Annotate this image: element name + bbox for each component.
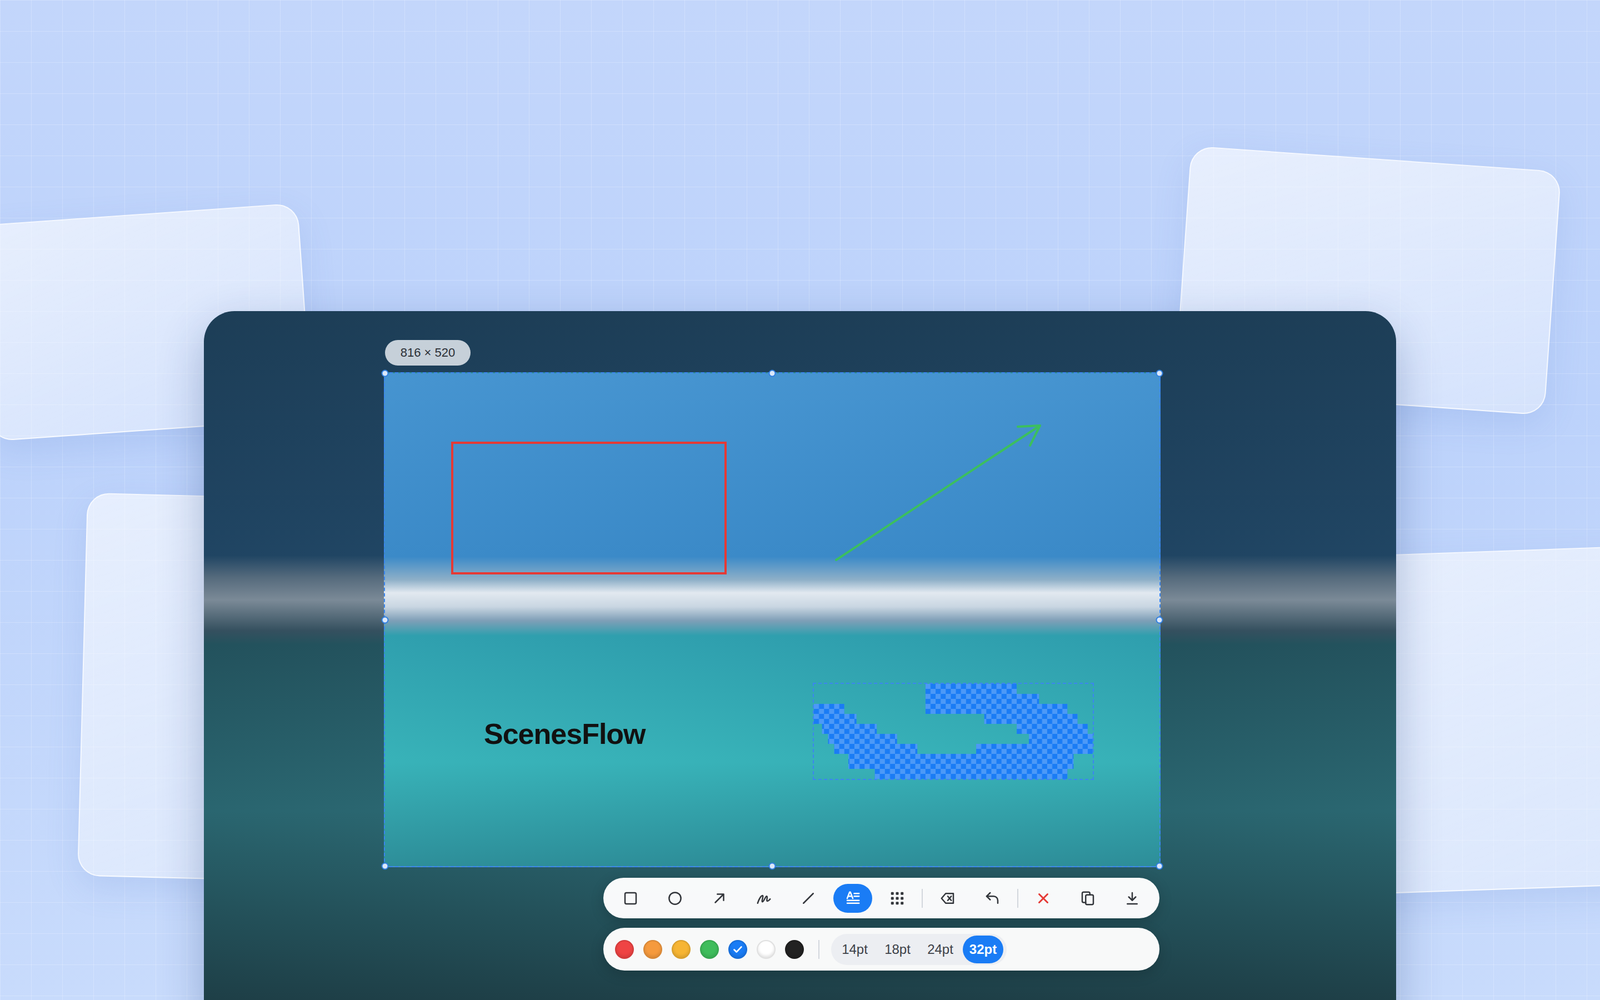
pen-icon bbox=[755, 890, 773, 907]
rectangle-annotation[interactable] bbox=[451, 441, 727, 575]
arrow-stroke bbox=[836, 425, 1040, 560]
color-dot bbox=[785, 940, 804, 959]
style-bar: 14pt18pt24pt32pt bbox=[603, 927, 1160, 971]
toolbar-divider bbox=[921, 888, 923, 908]
color-swatch[interactable] bbox=[753, 937, 779, 962]
color-dot bbox=[728, 940, 748, 959]
undo-button[interactable] bbox=[972, 883, 1012, 913]
color-dot bbox=[700, 940, 719, 959]
color-dot bbox=[643, 940, 663, 959]
mosaic-icon bbox=[888, 890, 906, 907]
line-tool-button[interactable] bbox=[788, 883, 828, 913]
arrow-annotation[interactable] bbox=[385, 373, 1162, 869]
selection-size-label: 816 × 520 bbox=[385, 340, 471, 366]
tool-bar bbox=[603, 877, 1160, 919]
resize-handle[interactable] bbox=[381, 862, 389, 870]
check-icon bbox=[731, 943, 744, 956]
color-dot bbox=[615, 940, 634, 959]
selection-area[interactable]: ScenesFlow bbox=[383, 372, 1161, 868]
toolbar-divider bbox=[818, 940, 820, 959]
arrow-tool-button[interactable] bbox=[700, 883, 739, 913]
resize-handle[interactable] bbox=[381, 370, 389, 378]
mosaic-tool-button[interactable] bbox=[877, 883, 917, 913]
mosaic-fill bbox=[813, 683, 1093, 779]
pen-tool-button[interactable] bbox=[744, 883, 784, 913]
toolbar-divider bbox=[1017, 888, 1019, 908]
color-swatch[interactable] bbox=[725, 937, 750, 962]
resize-handle[interactable] bbox=[1156, 616, 1164, 624]
text-icon bbox=[844, 890, 862, 907]
resize-handle[interactable] bbox=[1156, 370, 1164, 378]
text-tool-button[interactable] bbox=[833, 883, 873, 913]
eraser-button[interactable] bbox=[928, 883, 968, 913]
ellipse-tool-button[interactable] bbox=[655, 883, 695, 913]
undo-icon bbox=[983, 890, 1001, 907]
color-dot bbox=[671, 940, 691, 959]
color-swatch[interactable] bbox=[697, 937, 722, 962]
desktop: 816 × 520 ScenesFlow 14pt18pt24pt32pt bbox=[0, 0, 1600, 1000]
font-size-option[interactable]: 14pt bbox=[834, 935, 875, 964]
close-icon bbox=[1035, 890, 1052, 907]
close-button[interactable] bbox=[1023, 883, 1063, 913]
ellipse-icon bbox=[666, 890, 684, 907]
resize-handle[interactable] bbox=[768, 370, 777, 378]
copy-button[interactable] bbox=[1068, 883, 1108, 913]
eraser-icon bbox=[939, 890, 957, 907]
rectangle-tool-button[interactable] bbox=[611, 883, 650, 913]
copy-icon bbox=[1079, 890, 1097, 907]
arrow-icon bbox=[711, 890, 728, 907]
resize-handle[interactable] bbox=[1156, 862, 1164, 870]
capture-window: 816 × 520 ScenesFlow 14pt18pt24pt32pt bbox=[203, 311, 1397, 1000]
resize-handle[interactable] bbox=[768, 862, 777, 870]
font-size-option[interactable]: 32pt bbox=[962, 935, 1004, 964]
resize-handle[interactable] bbox=[381, 616, 389, 624]
font-size-option[interactable]: 18pt bbox=[877, 935, 918, 964]
color-swatch[interactable] bbox=[640, 937, 665, 962]
rectangle-icon bbox=[622, 890, 639, 907]
font-size-option[interactable]: 24pt bbox=[920, 935, 961, 964]
font-size-group: 14pt18pt24pt32pt bbox=[831, 933, 1007, 965]
text-annotation[interactable]: ScenesFlow bbox=[483, 717, 646, 752]
color-swatch[interactable] bbox=[612, 937, 637, 962]
download-icon bbox=[1123, 890, 1141, 907]
color-dot bbox=[756, 940, 776, 959]
mosaic-annotation[interactable] bbox=[812, 682, 1094, 780]
line-icon bbox=[800, 890, 817, 907]
download-button[interactable] bbox=[1112, 883, 1152, 913]
toolbars: 14pt18pt24pt32pt bbox=[603, 877, 1160, 971]
mosaic-blocks bbox=[813, 683, 1093, 779]
color-swatch[interactable] bbox=[782, 937, 807, 962]
color-swatch[interactable] bbox=[668, 937, 694, 962]
